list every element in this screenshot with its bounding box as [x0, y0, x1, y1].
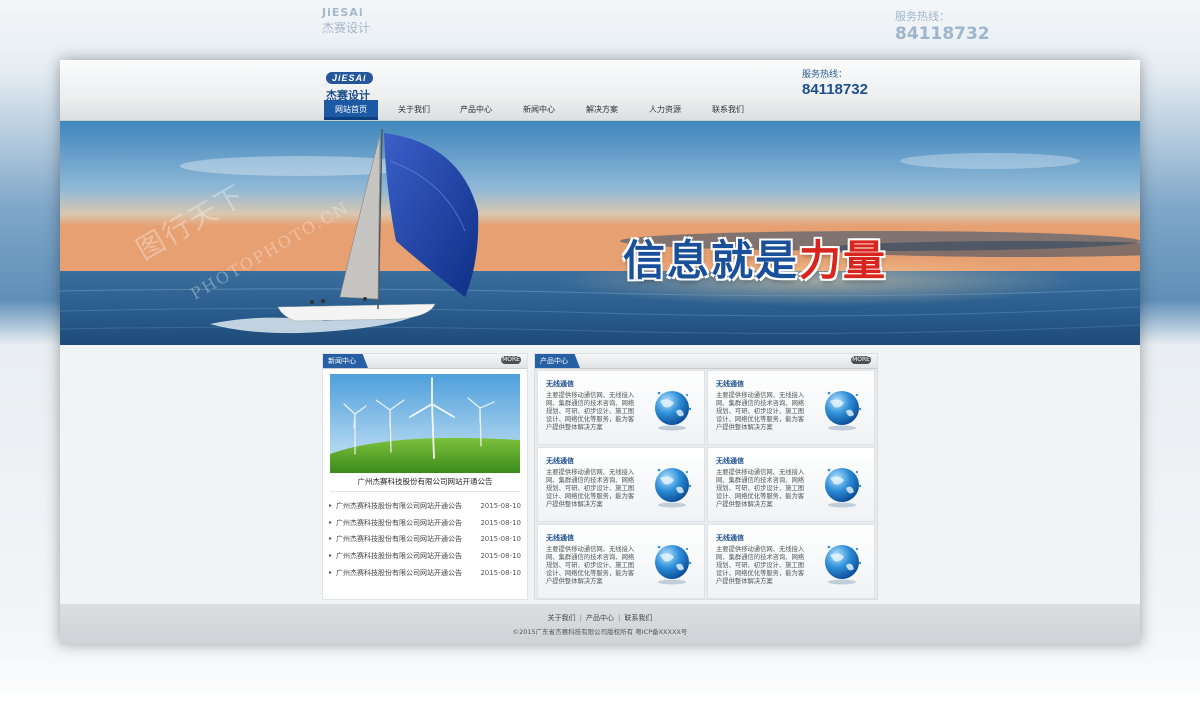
news-item-title: 广州杰赛科技股份有限公司网站开通公告: [336, 502, 462, 510]
product-card[interactable]: 无线通信 主要提供移动通信网、无线接入网、集群通信的技术咨询、网络规划、可研、初…: [537, 370, 705, 445]
news-list-item[interactable]: ▸ 广州杰赛科技股份有限公司网站开通公告 2015-08-10: [329, 531, 521, 548]
globe-icon: [825, 391, 862, 431]
news-item-date: 2015-08-10: [480, 535, 521, 544]
footer-link-products[interactable]: 产品中心: [586, 614, 614, 622]
news-list-item[interactable]: ▸ 广州杰赛科技股份有限公司网站开通公告 2015-08-10: [329, 515, 521, 532]
news-list: ▸ 广州杰赛科技股份有限公司网站开通公告 2015-08-10 ▸ 广州杰赛科技…: [329, 498, 521, 581]
news-item-title: 广州杰赛科技股份有限公司网站开通公告: [336, 552, 462, 561]
globe-icon: [655, 468, 692, 508]
hero-banner: 图行天下 PHOTOPHOTO.CN 信息就是力量: [60, 121, 1140, 345]
product-desc: 主要提供移动通信网、无线接入网、集群通信的技术咨询、网络规划、可研、初步设计、施…: [716, 546, 805, 585]
product-card[interactable]: 无线通信 主要提供移动通信网、无线接入网、集群通信的技术咨询、网络规划、可研、初…: [707, 447, 875, 522]
product-card[interactable]: 无线通信 主要提供移动通信网、无线接入网、集群通信的技术咨询、网络规划、可研、初…: [707, 524, 875, 599]
news-item-date: 2015-08-10: [480, 502, 521, 510]
slogan-part2: 力量: [799, 236, 888, 285]
nav-item-about[interactable]: 关于我们: [386, 100, 442, 120]
news-featured-caption[interactable]: 广州杰赛科技股份有限公司网站开通公告: [330, 473, 520, 492]
news-list-item[interactable]: ▸ 广州杰赛科技股份有限公司网站开通公告 2015-08-10: [329, 498, 521, 515]
bullet-arrow-icon: ▸: [329, 502, 333, 509]
news-item-title: 广州杰赛科技股份有限公司网站开通公告: [336, 535, 462, 544]
footer-separator: |: [618, 614, 621, 622]
product-title: 无线通信: [546, 380, 574, 388]
product-card[interactable]: 无线通信 主要提供移动通信网、无线接入网、集群通信的技术咨询、网络规划、可研、初…: [537, 447, 705, 522]
nav-item-hr[interactable]: 人力资源: [637, 100, 693, 120]
logo[interactable]: JiESAi 杰赛设计: [326, 66, 386, 102]
slogan-part1: 信息就是: [623, 236, 800, 285]
news-item-date: 2015-08-10: [480, 518, 521, 527]
logo-en: JiESAi: [326, 72, 373, 84]
product-desc: 主要提供移动通信网、无线接入网、集群通信的技术咨询、网络规划、可研、初步设计、施…: [716, 392, 805, 431]
product-title: 无线通信: [716, 457, 744, 465]
background-ghost-footer: [0, 655, 1200, 704]
ghost-hotline: 服务热线： 84118732: [895, 10, 990, 44]
globe-icon: [825, 545, 862, 585]
hotline-number: 84118732: [802, 81, 868, 98]
globe-icon: [655, 391, 692, 431]
globe-icon: [825, 468, 862, 508]
product-title: 无线通信: [546, 457, 574, 465]
footer-copyright: ©2015广东省杰赛科技有限公司版权所有 粤ICP备XXXXX号: [512, 628, 688, 636]
bullet-arrow-icon: ▸: [329, 535, 333, 543]
product-desc: 主要提供移动通信网、无线接入网、集群通信的技术咨询、网络规划、可研、初步设计、施…: [546, 546, 635, 585]
website-mockup: JiESAi 杰赛设计 服务热线： 84118732 网站首页 关于我们 产品中…: [60, 60, 1140, 644]
product-title: 无线通信: [716, 534, 744, 542]
nav-item-products[interactable]: 产品中心: [448, 100, 504, 120]
footer-separator: |: [579, 614, 582, 622]
products-panel: 产品中心 MORE 无线通信 主要提供移动通信网、无线接入网、集群通信的技术咨询…: [534, 353, 878, 600]
products-panel-header: 产品中心 MORE: [535, 354, 877, 369]
bullet-arrow-icon: ▸: [329, 552, 333, 560]
wind-turbine-photo[interactable]: [330, 374, 520, 473]
product-grid: 无线通信 主要提供移动通信网、无线接入网、集群通信的技术咨询、网络规划、可研、初…: [537, 370, 875, 599]
footer-links: 关于我们 | 产品中心 | 联系我们: [60, 613, 1140, 623]
site-footer: 关于我们 | 产品中心 | 联系我们 ©2015广东省杰赛科技有限公司版权所有 粤ICP…: [60, 604, 1140, 644]
product-desc: 主要提供移动通信网、无线接入网、集群通信的技术咨询、网络规划、可研、初步设计、施…: [546, 392, 635, 431]
banner-slogan: 信息就是力量: [623, 227, 887, 288]
main-nav: 网站首页 关于我们 产品中心 新闻中心 解决方案 人力资源 联系我们: [60, 100, 1140, 121]
bullet-arrow-icon: ▸: [329, 518, 333, 526]
bullet-arrow-icon: ▸: [329, 568, 333, 576]
product-card[interactable]: 无线通信 主要提供移动通信网、无线接入网、集群通信的技术咨询、网络规划、可研、初…: [537, 524, 705, 599]
products-panel-title: 产品中心: [535, 354, 580, 368]
banner-image: [60, 121, 1140, 345]
globe-icon: [655, 545, 692, 585]
nav-item-contact[interactable]: 联系我们: [700, 100, 756, 120]
product-title: 无线通信: [546, 534, 574, 542]
news-list-item[interactable]: ▸ 广州杰赛科技股份有限公司网站开通公告 2015-08-10: [329, 565, 521, 582]
ghost-logo: JiESAi 杰赛设计: [322, 6, 371, 35]
product-desc: 主要提供移动通信网、无线接入网、集群通信的技术咨询、网络规划、可研、初步设计、施…: [716, 469, 805, 508]
product-title: 无线通信: [716, 380, 744, 388]
nav-item-home[interactable]: 网站首页: [324, 100, 378, 120]
hotline-label: 服务热线：: [802, 70, 848, 80]
products-more-button[interactable]: MORE: [851, 356, 871, 364]
news-item-title: 广州杰赛科技股份有限公司网站开通公告: [336, 568, 462, 577]
news-more-button[interactable]: MORE: [501, 356, 521, 364]
news-item-date: 2015-08-10: [480, 568, 521, 577]
footer-link-about[interactable]: 关于我们: [548, 614, 576, 622]
news-panel: 新闻中心 MORE 广州杰赛科技股份有限公司网站开通公告 ▸ 广州杰赛科技股份有…: [322, 353, 528, 600]
site-header: JiESAi 杰赛设计 服务热线： 84118732: [60, 60, 1140, 102]
nav-item-news[interactable]: 新闻中心: [511, 100, 567, 120]
news-item-date: 2015-08-10: [480, 552, 521, 561]
hotline: 服务热线： 84118732: [802, 67, 868, 98]
product-desc: 主要提供移动通信网、无线接入网、集群通信的技术咨询、网络规划、可研、初步设计、施…: [546, 469, 635, 508]
news-item-title: 广州杰赛科技股份有限公司网站开通公告: [336, 518, 462, 527]
news-panel-title: 新闻中心: [323, 354, 368, 368]
news-list-item[interactable]: ▸ 广州杰赛科技股份有限公司网站开通公告 2015-08-10: [329, 548, 521, 565]
nav-item-solutions[interactable]: 解决方案: [574, 100, 630, 120]
product-card[interactable]: 无线通信 主要提供移动通信网、无线接入网、集群通信的技术咨询、网络规划、可研、初…: [707, 370, 875, 445]
news-panel-header: 新闻中心 MORE: [323, 354, 527, 369]
footer-link-contact[interactable]: 联系我们: [624, 614, 652, 622]
